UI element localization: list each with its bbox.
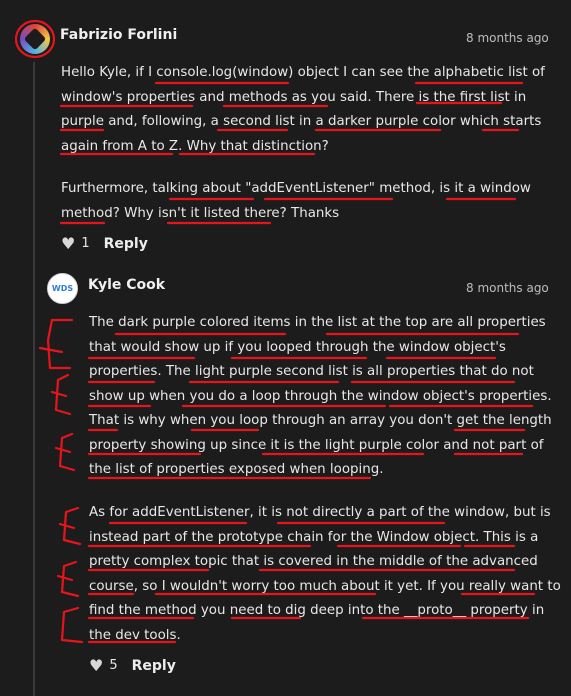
text-line: purple and, following, a second list in … xyxy=(61,114,542,129)
text-line: window's properties and methods as you s… xyxy=(61,89,527,105)
comment-author[interactable]: Fabrizio Forlini xyxy=(60,27,177,43)
text-line: Hello Kyle, if I console.log(window) obj… xyxy=(61,65,545,80)
like-count: 5 xyxy=(109,658,118,673)
thread-line xyxy=(33,62,35,696)
heart-icon[interactable]: ♥ xyxy=(89,656,103,675)
text-line: property showing up since it is the ligh… xyxy=(89,437,544,453)
comment-paragraph-2: Furthermore, talking about "addEventList… xyxy=(61,177,531,226)
text-line: properties. The light purple second list… xyxy=(89,364,534,379)
reply-button[interactable]: Reply xyxy=(132,658,176,674)
text-line: the list of properties exposed when loop… xyxy=(89,462,384,477)
comment-actions: ♥ 1 Reply xyxy=(61,234,148,253)
text-line: that would show up if you looped through… xyxy=(89,339,506,355)
text-line: The dark purple colored items in the lis… xyxy=(89,315,546,330)
text-line: method? Why isn't it listed there? Thank… xyxy=(61,205,340,221)
reply-time: 8 months ago xyxy=(466,281,549,295)
text-line: instead part of the prototype chain for … xyxy=(89,529,539,545)
text-line: pretty complex topic that is covered in … xyxy=(89,554,538,569)
text-line: That is why when you loop through an arr… xyxy=(89,413,552,428)
avatar-fabrizio[interactable] xyxy=(20,24,50,54)
like-count: 1 xyxy=(81,236,90,251)
text-line: As for addEventListener, it is not direc… xyxy=(89,505,551,520)
avatar-text: WDS xyxy=(51,283,74,293)
bracket-marks xyxy=(38,318,84,644)
reply-paragraph-2: As for addEventListener, it is not direc… xyxy=(89,501,561,648)
comment-paragraph-1: Hello Kyle, if I console.log(window) obj… xyxy=(61,61,545,159)
text-line: show up when you do a loop through the w… xyxy=(89,388,552,404)
text-line: course, so I wouldn't worry too much abo… xyxy=(89,578,561,594)
reply-button[interactable]: Reply xyxy=(104,236,148,252)
text-line: again from A to Z. Why that distinction? xyxy=(61,138,329,154)
heart-icon[interactable]: ♥ xyxy=(61,234,75,253)
comment-time: 8 months ago xyxy=(466,31,549,45)
reply-author[interactable]: Kyle Cook xyxy=(88,277,165,293)
text-line: find the method you need to dig deep int… xyxy=(89,603,545,618)
text-line: the dev tools. xyxy=(89,627,181,643)
text-line: Furthermore, talking about "addEventList… xyxy=(61,181,531,196)
avatar-kyle[interactable]: WDS xyxy=(47,273,78,304)
reply-paragraph-1: The dark purple colored items in the lis… xyxy=(89,311,552,483)
reply-actions: ♥ 5 Reply xyxy=(89,656,176,675)
